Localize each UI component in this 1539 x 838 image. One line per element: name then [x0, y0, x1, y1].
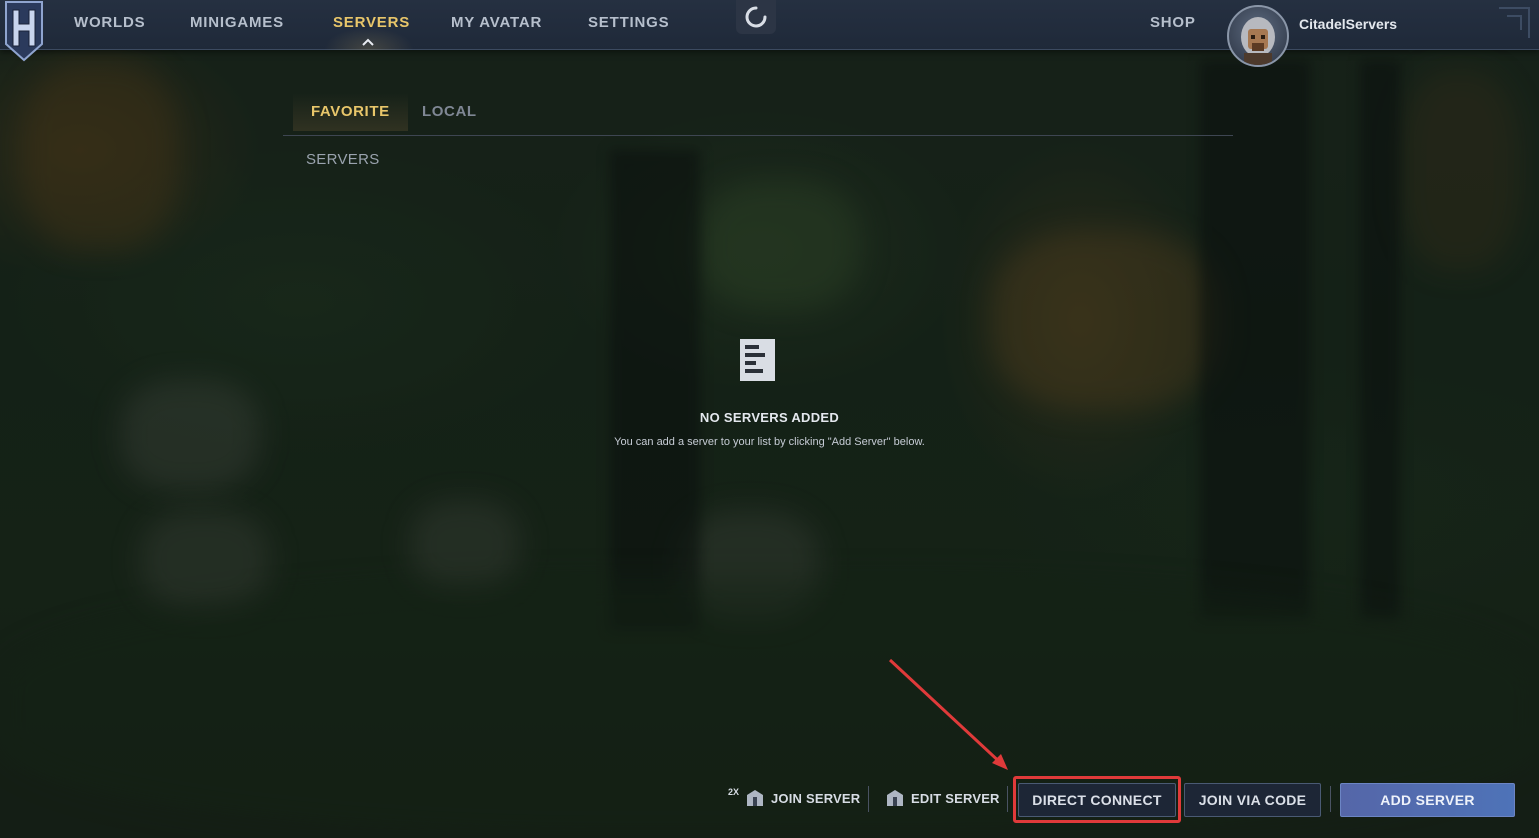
loading-indicator [736, 0, 776, 34]
edit-server-button[interactable]: EDIT SERVER [885, 789, 1000, 807]
nav-settings[interactable]: SETTINGS [588, 14, 669, 31]
nav-my-avatar[interactable]: MY AVATAR [451, 14, 542, 31]
action-separator [868, 786, 869, 812]
double-click-hint: 2X [728, 787, 740, 797]
join-server-button[interactable]: JOIN SERVER [745, 789, 860, 807]
empty-state-description: You can add a server to your list by cli… [614, 436, 925, 448]
username-label: CitadelServers [1299, 16, 1398, 32]
annotation-highlight-box [1013, 776, 1181, 823]
nav-worlds[interactable]: WORLDS [74, 14, 145, 31]
join-server-label: JOIN SERVER [771, 790, 861, 806]
server-edit-icon [887, 790, 903, 806]
tab-local[interactable]: LOCAL [404, 93, 495, 131]
annotation-arrow-icon [888, 658, 1008, 770]
tab-favorite[interactable]: FAVORITE [293, 93, 408, 131]
document-list-icon [740, 339, 775, 381]
nav-minigames[interactable]: MINIGAMES [190, 14, 284, 31]
user-avatar[interactable] [1227, 5, 1289, 67]
add-server-button[interactable]: ADD SERVER [1340, 783, 1515, 817]
corner-ornament-icon [1499, 7, 1530, 38]
action-separator [1007, 786, 1008, 812]
action-separator [1330, 786, 1331, 812]
empty-state-title: NO SERVERS ADDED [699, 410, 840, 425]
avatar-portrait-icon [1241, 17, 1275, 65]
active-caret-icon [362, 38, 374, 46]
server-join-icon [747, 790, 763, 806]
nav-servers[interactable]: SERVERS [333, 14, 410, 31]
refresh-spinner-icon [745, 6, 767, 28]
edit-server-label: EDIT SERVER [911, 790, 1000, 806]
top-navigation-bar: WORLDS MINIGAMES SERVERS MY AVATAR SETTI… [0, 0, 1539, 67]
section-title: SERVERS [306, 151, 380, 168]
join-via-code-button[interactable]: JOIN VIA CODE [1184, 783, 1321, 817]
nav-shop[interactable]: SHOP [1150, 14, 1196, 31]
tabs-divider [283, 135, 1233, 136]
hytale-logo-icon[interactable] [2, 0, 46, 62]
